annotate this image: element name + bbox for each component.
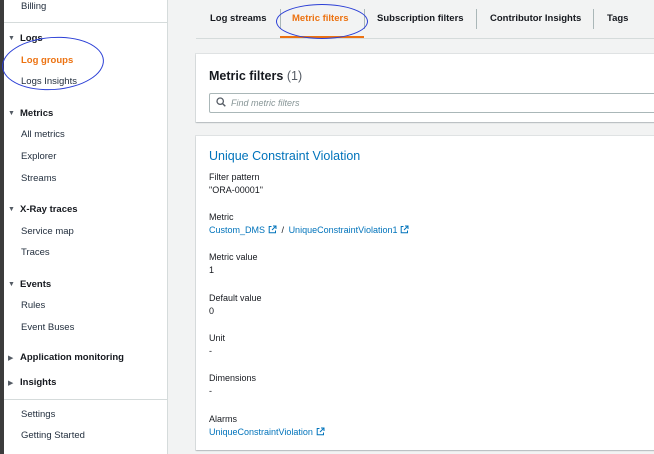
sidebar-item-streams[interactable]: Streams <box>21 173 56 184</box>
caret-down-icon: ▼ <box>8 206 15 213</box>
sidebar-section-events[interactable]: ▼ Events <box>8 279 51 290</box>
unit-value: - <box>209 346 212 356</box>
panel-title-count: (1) <box>286 69 303 83</box>
sidebar-section-insights[interactable]: ▶ Insights <box>8 377 56 388</box>
tab-metric-filters[interactable]: Metric filters <box>292 13 349 24</box>
sidebar-section-label: Metrics <box>20 108 54 119</box>
metric-separator: / <box>281 225 285 235</box>
sidebar-section-label: X-Ray traces <box>20 204 78 215</box>
sidebar-item-all-metrics[interactable]: All metrics <box>21 129 65 140</box>
default-value-label: Default value <box>209 293 262 303</box>
filter-pattern-value: "ORA-00001" <box>209 185 263 195</box>
caret-right-icon: ▶ <box>8 379 14 387</box>
sidebar-section-label: Logs <box>20 33 43 44</box>
tab-separator <box>593 9 594 29</box>
sidebar-item-event-buses[interactable]: Event Buses <box>21 322 74 333</box>
metric-name-link[interactable]: UniqueConstraintViolation1 <box>289 225 398 235</box>
sidebar-item-logs-insights[interactable]: Logs Insights <box>21 76 77 87</box>
sidebar-section-logs[interactable]: ▼ Logs <box>8 33 43 44</box>
dimensions-label: Dimensions <box>209 373 257 383</box>
sidebar-item-billing[interactable]: Billing <box>21 1 46 12</box>
dimensions-value: - <box>209 386 212 396</box>
metric-namespace-link[interactable]: Custom_DMS <box>209 225 265 235</box>
tab-separator <box>364 9 365 29</box>
sidebar-section-label: Insights <box>20 377 57 388</box>
metric-value: 1 <box>209 265 215 275</box>
sidebar-item-service-map[interactable]: Service map <box>21 226 74 237</box>
metric-value-links: Custom_DMS / UniqueConstraintViolation1 <box>209 225 409 236</box>
sidebar-section-label: Events <box>20 279 52 290</box>
filter-pattern-label: Filter pattern <box>209 172 260 182</box>
sidebar-item-getting-started[interactable]: Getting Started <box>21 430 85 441</box>
caret-down-icon: ▼ <box>8 35 15 42</box>
sidebar-item-explorer[interactable]: Explorer <box>21 151 56 162</box>
metric-label: Metric <box>209 212 234 222</box>
sidebar-section-label: Application monitoring <box>20 352 124 363</box>
external-link-icon[interactable] <box>400 225 409 236</box>
tab-bar: Log streams Metric filters Subscription … <box>196 0 654 39</box>
tab-bar-border <box>196 38 654 39</box>
sidebar-section-application-monitoring[interactable]: ▶ Application monitoring <box>8 352 124 363</box>
tab-contributor-insights[interactable]: Contributor Insights <box>490 13 581 24</box>
sidebar-item-rules[interactable]: Rules <box>21 300 45 311</box>
sidebar-item-traces[interactable]: Traces <box>21 247 50 258</box>
tab-subscription-filters[interactable]: Subscription filters <box>377 13 464 24</box>
caret-right-icon: ▶ <box>8 354 14 362</box>
tab-separator <box>476 9 477 29</box>
cloudwatch-console: Billing ▼ Logs Log groups Logs Insights … <box>0 0 654 454</box>
sidebar-item-log-groups[interactable]: Log groups <box>21 55 73 66</box>
unit-label: Unit <box>209 333 226 343</box>
external-link-icon[interactable] <box>268 225 277 236</box>
alarm-link[interactable]: UniqueConstraintViolation <box>209 427 313 437</box>
sidebar-divider <box>4 22 168 23</box>
sidebar-section-metrics[interactable]: ▼ Metrics <box>8 108 53 119</box>
metric-filters-panel: Metric filters (1) <box>196 54 654 122</box>
caret-down-icon: ▼ <box>8 281 15 288</box>
sidebar-section-xray[interactable]: ▼ X-Ray traces <box>8 204 78 215</box>
metric-value-label: Metric value <box>209 252 258 262</box>
metric-filters-search[interactable] <box>209 93 654 113</box>
metric-filter-card: Unique Constraint Violation Filter patte… <box>196 136 654 450</box>
search-input[interactable] <box>231 98 651 108</box>
external-link-icon[interactable] <box>316 427 325 438</box>
alarms-label: Alarms <box>209 414 238 424</box>
panel-title: Metric filters (1) <box>209 69 302 83</box>
tab-log-streams[interactable]: Log streams <box>210 13 267 24</box>
default-value: 0 <box>209 306 215 316</box>
alarms-value: UniqueConstraintViolation <box>209 427 325 438</box>
sidebar-item-settings[interactable]: Settings <box>21 409 55 420</box>
panel-title-text: Metric filters <box>209 69 284 83</box>
sidebar-divider <box>4 399 168 400</box>
sidebar-nav: Billing ▼ Logs Log groups Logs Insights … <box>0 0 168 454</box>
tab-tags[interactable]: Tags <box>607 13 628 24</box>
caret-down-icon: ▼ <box>8 110 15 117</box>
search-icon <box>216 94 226 112</box>
tab-separator <box>280 9 281 29</box>
filter-name-link[interactable]: Unique Constraint Violation <box>209 149 360 163</box>
